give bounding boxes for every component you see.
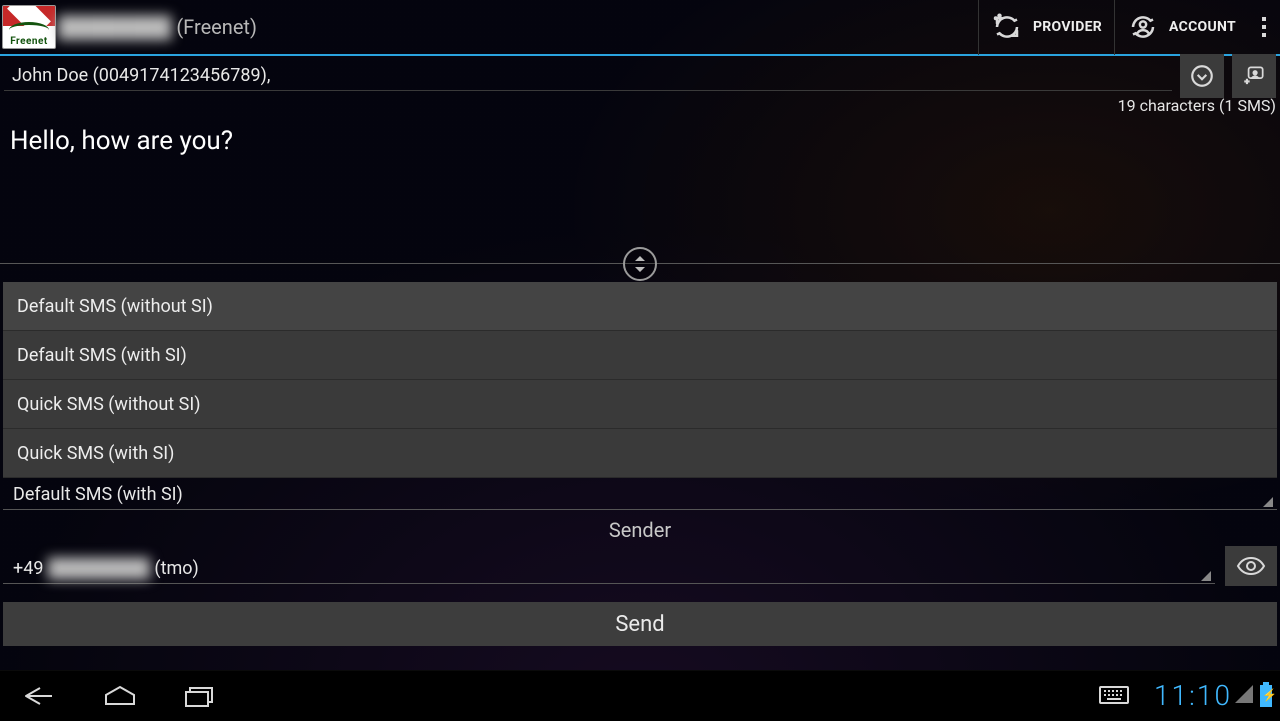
back-nav-button[interactable]	[0, 671, 80, 721]
list-item[interactable]: Quick SMS (without SI)	[3, 380, 1277, 429]
app-title: ████████ (Freenet)	[58, 15, 257, 40]
app-icon[interactable]: Freenet	[0, 0, 58, 55]
list-item[interactable]: Default SMS (with SI)	[3, 331, 1277, 380]
sms-type-spinner[interactable]: Default SMS (with SI)	[3, 480, 1277, 510]
system-nav-bar: 11:10 ⚡	[0, 670, 1280, 720]
chevron-circle-down-icon	[1189, 63, 1215, 89]
provider-label: PROVIDER	[1033, 19, 1102, 35]
overflow-menu-icon[interactable]	[1248, 0, 1280, 55]
sms-type-spinner-value: Default SMS (with SI)	[13, 484, 183, 505]
home-icon	[102, 684, 138, 708]
sender-value: +49 ████████ (tmo)	[13, 558, 199, 579]
battery-charging-icon: ⚡	[1260, 685, 1272, 707]
sender-spinner[interactable]: +49 ████████ (tmo)	[3, 554, 1215, 584]
recents-icon	[182, 683, 218, 709]
add-contact-button[interactable]	[1232, 54, 1276, 98]
status-clock: 11:10	[1154, 679, 1234, 712]
add-contact-icon	[1241, 63, 1267, 89]
recents-nav-button[interactable]	[160, 671, 240, 721]
toggle-visibility-button[interactable]	[1225, 546, 1277, 586]
recipient-row	[0, 56, 1280, 96]
sync-icon	[991, 11, 1023, 43]
list-item[interactable]: Quick SMS (with SI)	[3, 429, 1277, 478]
account-action[interactable]: ACCOUNT	[1114, 0, 1248, 55]
resize-grip-icon[interactable]	[623, 247, 657, 281]
account-label: ACCOUNT	[1169, 19, 1236, 35]
sender-label: Sender	[0, 510, 1280, 546]
message-input[interactable]: Hello, how are you?	[0, 124, 1280, 264]
sms-type-dropdown-list: Default SMS (without SI) Default SMS (wi…	[3, 282, 1277, 478]
recipient-input[interactable]	[4, 61, 1172, 91]
home-nav-button[interactable]	[80, 671, 160, 721]
provider-action[interactable]: PROVIDER	[978, 0, 1114, 55]
sender-row: +49 ████████ (tmo)	[3, 546, 1277, 584]
sync-account-icon	[1127, 11, 1159, 43]
list-item[interactable]: Default SMS (without SI)	[3, 282, 1277, 331]
eye-icon	[1236, 555, 1266, 577]
character-counter: 19 characters (1 SMS)	[0, 96, 1280, 124]
recent-recipients-button[interactable]	[1180, 54, 1224, 98]
keyboard-icon	[1099, 686, 1129, 706]
spinner-indicator-icon	[1263, 497, 1273, 507]
signal-icon	[1234, 684, 1254, 708]
action-bar: Freenet ████████ (Freenet) PROVIDER ACCO…	[0, 0, 1280, 56]
spinner-indicator-icon	[1201, 571, 1211, 581]
keyboard-toggle-button[interactable]	[1074, 671, 1154, 721]
back-icon	[20, 684, 60, 708]
send-button[interactable]: Send	[3, 602, 1277, 646]
